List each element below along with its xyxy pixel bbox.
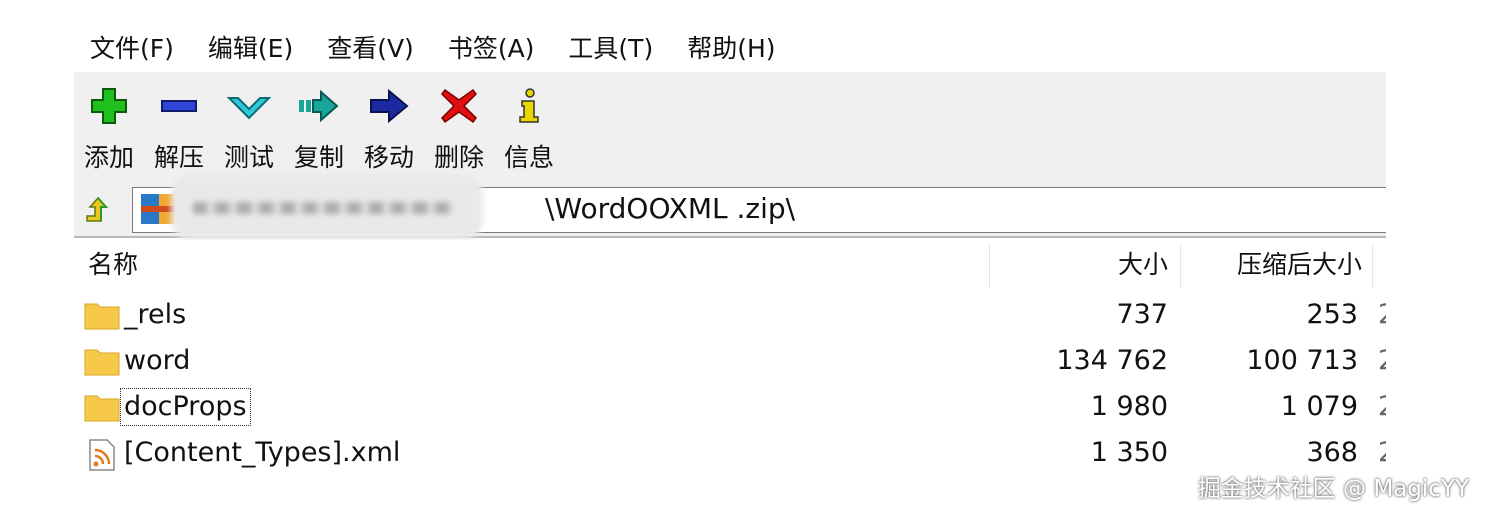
move-icon [370, 88, 409, 124]
delete-icon [441, 88, 477, 124]
menu-file[interactable]: 文件(F) [74, 29, 191, 65]
list-item[interactable]: [Content_Types].xml 1 350 368 2 [74, 432, 1386, 478]
menu-bookmarks[interactable]: 书签(A) [431, 29, 552, 65]
file-packed-size: 253 [1306, 299, 1358, 330]
add-button[interactable]: 添加 [74, 80, 144, 174]
folder-icon [84, 395, 120, 422]
delete-button[interactable]: 删除 [424, 80, 494, 174]
address-bar: \WordOOXML .zip\ [74, 174, 1386, 240]
watermark: 掘金技术社区 @ MagicYY [1197, 476, 1469, 502]
column-separator[interactable] [1180, 244, 1181, 288]
file-size: 737 [1116, 299, 1168, 330]
file-name: word [124, 345, 191, 376]
test-button[interactable]: 测试 [214, 80, 284, 174]
copy-label: 复制 [293, 143, 344, 172]
file-size: 134 762 [1056, 345, 1168, 376]
file-size: 1 980 [1090, 391, 1168, 422]
folder-icon [84, 349, 120, 376]
list-item[interactable]: docProps 1 980 1 079 2 [74, 386, 1386, 432]
archive-window: 文件(F) 编辑(E) 查看(V) 书签(A) 工具(T) 帮助(H) 添加 解… [74, 22, 1386, 492]
menu-view[interactable]: 查看(V) [310, 29, 431, 65]
add-label: 添加 [83, 143, 134, 172]
file-size: 1 350 [1090, 437, 1168, 468]
column-separator[interactable] [989, 244, 990, 288]
column-name-header[interactable]: 名称 [88, 240, 138, 290]
copy-button[interactable]: 复制 [284, 80, 354, 174]
menu-bar: 文件(F) 编辑(E) 查看(V) 书签(A) 工具(T) 帮助(H) [74, 22, 1386, 73]
file-packed-size: 368 [1306, 437, 1358, 468]
file-packed-size: 1 079 [1280, 391, 1358, 422]
xml-file-icon [89, 439, 115, 471]
file-extra: 2 [1378, 388, 1386, 426]
menu-edit[interactable]: 编辑(E) [191, 29, 310, 65]
test-label: 测试 [223, 143, 274, 172]
list-header: 名称 大小 压缩后大小 [74, 240, 1386, 290]
move-label: 移动 [363, 143, 414, 172]
file-name: [Content_Types].xml [124, 437, 401, 468]
column-separator[interactable] [1372, 244, 1373, 288]
file-extra: 2 [1378, 296, 1386, 334]
list-item[interactable]: _rels 737 253 2 [74, 294, 1386, 340]
menu-help[interactable]: 帮助(H) [670, 29, 792, 65]
up-folder-icon [86, 196, 109, 222]
extract-label: 解压 [153, 143, 204, 172]
column-packed-header[interactable]: 压缩后大小 [1214, 240, 1362, 290]
list-item[interactable]: word 134 762 100 713 2 [74, 340, 1386, 386]
folder-icon [84, 303, 120, 330]
extract-button[interactable]: 解压 [144, 80, 214, 174]
extract-icon [161, 100, 197, 112]
file-name: docProps [120, 388, 251, 426]
file-extra: 2 [1378, 342, 1386, 380]
path-text: \WordOOXML .zip\ [545, 192, 796, 225]
up-folder-button[interactable] [78, 190, 118, 230]
delete-label: 删除 [433, 143, 484, 172]
file-name: _rels [124, 299, 187, 330]
file-extra: 2 [1378, 434, 1386, 472]
info-button[interactable]: 信息 [494, 80, 564, 174]
redacted-path [171, 174, 483, 240]
copy-icon [299, 89, 339, 123]
menu-tools[interactable]: 工具(T) [551, 29, 670, 65]
file-packed-size: 100 713 [1246, 345, 1358, 376]
info-icon [519, 88, 539, 123]
column-size-header[interactable]: 大小 [1110, 240, 1168, 290]
move-button[interactable]: 移动 [354, 80, 424, 174]
info-label: 信息 [503, 143, 554, 172]
path-field[interactable]: \WordOOXML .zip\ [132, 174, 1386, 240]
test-icon [227, 97, 271, 120]
add-icon [91, 88, 127, 124]
